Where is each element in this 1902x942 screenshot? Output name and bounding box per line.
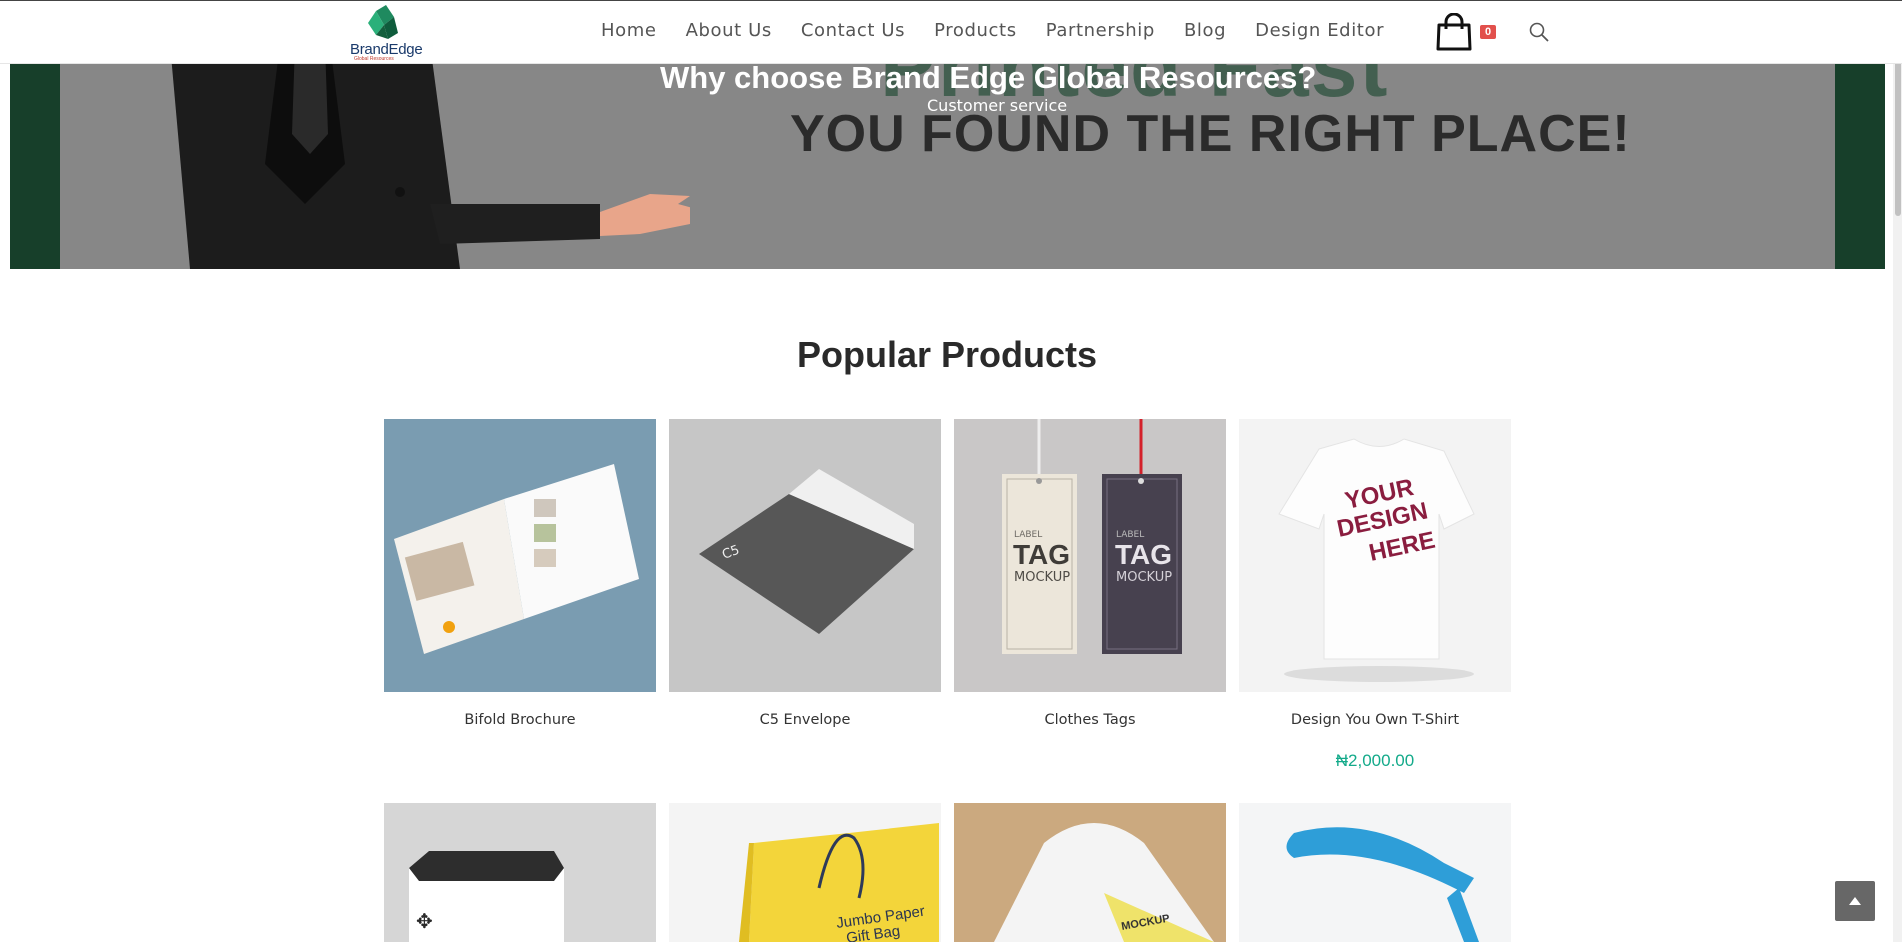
- svg-text:MOCKUP: MOCKUP: [1014, 570, 1070, 585]
- product-image[interactable]: [1239, 803, 1511, 942]
- product-image[interactable]: LABEL TAG MOCKUP LABEL TAG MOCKUP: [954, 419, 1226, 692]
- hero-banner: Printed Fast Why choose Brand Edge Globa…: [10, 64, 1885, 269]
- hero-edge-right: [1835, 64, 1885, 269]
- product-title[interactable]: Design You Own T-Shirt: [1239, 712, 1511, 728]
- hero-edge-left: [10, 64, 60, 269]
- product-title[interactable]: Clothes Tags: [954, 712, 1226, 728]
- logo-mark-icon: [368, 5, 398, 39]
- nav-about-us[interactable]: About Us: [686, 20, 772, 41]
- product-image[interactable]: YOUR DESIGN HERE: [1239, 419, 1511, 692]
- scroll-to-top-button[interactable]: [1835, 881, 1875, 921]
- product-title[interactable]: C5 Envelope: [669, 712, 941, 728]
- search-button[interactable]: [1528, 21, 1550, 43]
- product-card[interactable]: Bifold Brochure: [384, 419, 656, 779]
- scrollbar-thumb[interactable]: [1895, 46, 1901, 216]
- svg-text:✥: ✥: [416, 909, 433, 933]
- logo-tagline: Global Resources: [354, 56, 394, 62]
- search-icon: [1529, 22, 1549, 42]
- chevron-up-icon: [1849, 897, 1861, 905]
- nav-partnership[interactable]: Partnership: [1046, 20, 1155, 41]
- svg-text:TAG: TAG: [1013, 539, 1070, 570]
- section-title: Popular Products: [796, 334, 1098, 375]
- product-image[interactable]: MOCKUP: [954, 803, 1226, 942]
- product-card[interactable]: [1239, 803, 1511, 942]
- product-card[interactable]: ✥: [384, 803, 656, 942]
- product-image[interactable]: ✥: [384, 803, 656, 942]
- product-card[interactable]: MOCKUP: [954, 803, 1226, 942]
- product-image[interactable]: Jumbo Paper Gift Bag: [669, 803, 941, 942]
- product-price: ₦2,000.00: [1335, 751, 1415, 770]
- product-title[interactable]: Bifold Brochure: [384, 712, 656, 728]
- product-image[interactable]: C5: [669, 419, 941, 692]
- shopping-bag-icon: [1436, 12, 1472, 51]
- product-card[interactable]: Jumbo Paper Gift Bag: [669, 803, 941, 942]
- product-card[interactable]: YOUR DESIGN HERE Design You Own T-Shirt …: [1239, 419, 1511, 779]
- svg-text:TAG: TAG: [1115, 539, 1172, 570]
- nav-contact-us[interactable]: Contact Us: [801, 20, 905, 41]
- nav-design-editor[interactable]: Design Editor: [1255, 20, 1384, 41]
- product-card[interactable]: C5 C5 Envelope: [669, 419, 941, 779]
- main-nav: Home About Us Contact Us Products Partne…: [601, 20, 1413, 41]
- hero-image: Printed Fast Why choose Brand Edge Globa…: [60, 64, 1835, 269]
- nav-home[interactable]: Home: [601, 20, 657, 41]
- nav-products[interactable]: Products: [934, 20, 1017, 41]
- businessman-image: [171, 64, 690, 269]
- brand-logo[interactable]: BrandEdge Global Resources: [346, 5, 428, 62]
- nav-blog[interactable]: Blog: [1184, 20, 1226, 41]
- site-header: BrandEdge Global Resources Home About Us…: [0, 0, 1902, 64]
- cart-button[interactable]: [1434, 12, 1474, 51]
- svg-text:MOCKUP: MOCKUP: [1116, 570, 1172, 585]
- product-image[interactable]: [384, 419, 656, 692]
- product-card[interactable]: LABEL TAG MOCKUP LABEL TAG MOCKUP Clothe…: [954, 419, 1226, 779]
- cart-count-badge: 0: [1480, 25, 1497, 39]
- hero-headline: YOU FOUND THE RIGHT PLACE!: [790, 105, 1631, 163]
- hero-title: Why choose Brand Edge Global Resources?: [660, 64, 1317, 95]
